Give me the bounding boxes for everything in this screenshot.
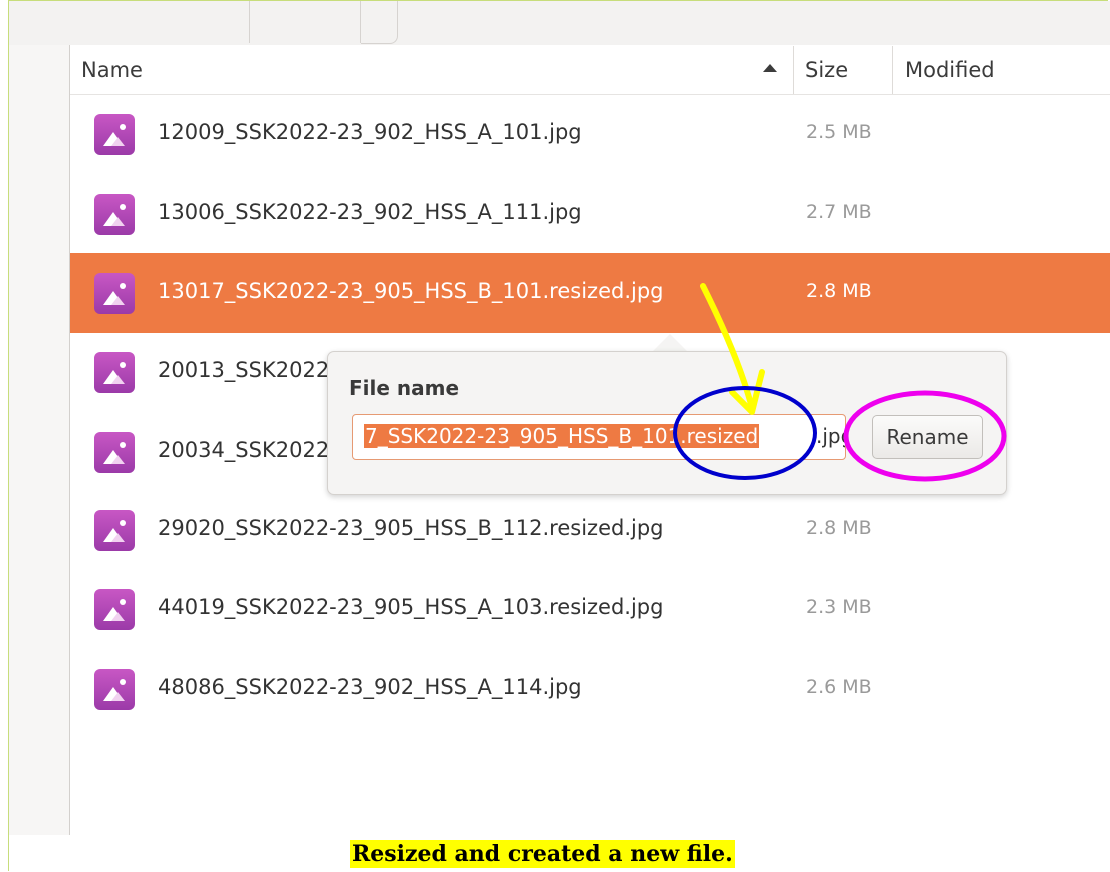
file-size: 2.3 MB — [806, 596, 872, 618]
rename-button[interactable]: Rename — [872, 415, 983, 459]
column-name-header[interactable]: Name — [81, 58, 143, 82]
file-row-selected[interactable]: 13017_SSK2022-23_905_HSS_B_101.resized.j… — [70, 253, 1110, 333]
file-size: 2.8 MB — [806, 280, 872, 302]
image-file-icon — [94, 510, 135, 551]
file-name: 48086_SSK2022-23_902_HSS_A_114.jpg — [158, 675, 582, 699]
file-name: 13006_SSK2022-23_902_HSS_A_111.jpg — [158, 200, 582, 224]
file-name: 13017_SSK2022-23_905_HSS_B_101.resized.j… — [158, 279, 664, 303]
tab-strip — [9, 1, 1110, 45]
sidebar — [9, 45, 70, 835]
file-row[interactable]: 13006_SSK2022-23_902_HSS_A_111.jpg 2.7 M… — [70, 174, 1110, 254]
column-divider[interactable] — [892, 46, 893, 94]
caption: Resized and created a new file. — [350, 840, 735, 868]
file-size: 2.8 MB — [806, 517, 872, 539]
image-file-icon — [94, 669, 135, 710]
image-file-icon — [94, 432, 135, 473]
selected-text: 7_SSK2022-23_905_HSS_B_101.resized — [364, 424, 760, 448]
column-header: Name Size Modified — [70, 46, 1110, 95]
popover-pointer — [652, 334, 688, 352]
file-row[interactable]: 48086_SSK2022-23_902_HSS_A_114.jpg 2.6 M… — [70, 649, 1110, 729]
file-name-input[interactable]: 7_SSK2022-23_905_HSS_B_101.resized .jpg — [352, 414, 846, 460]
file-size: 2.7 MB — [806, 201, 872, 223]
file-name: 20013_SSK2022 — [158, 358, 330, 382]
column-divider[interactable] — [793, 46, 794, 94]
image-file-icon — [94, 589, 135, 630]
file-size: 2.5 MB — [806, 121, 872, 143]
file-size: 2.6 MB — [806, 676, 872, 698]
rename-popover: File name 7_SSK2022-23_905_HSS_B_101.res… — [327, 351, 1007, 495]
file-name: 29020_SSK2022-23_905_HSS_B_112.resized.j… — [158, 516, 664, 540]
file-name: 44019_SSK2022-23_905_HSS_A_103.resized.j… — [158, 595, 664, 619]
tab-2[interactable] — [250, 1, 361, 43]
image-file-icon — [94, 352, 135, 393]
column-modified-header[interactable]: Modified — [905, 58, 995, 82]
tab-3[interactable] — [361, 1, 398, 44]
column-size-header[interactable]: Size — [805, 58, 848, 82]
file-row[interactable]: 29020_SSK2022-23_905_HSS_B_112.resized.j… — [70, 490, 1110, 570]
sort-ascending-icon[interactable] — [763, 64, 777, 72]
image-file-icon — [94, 114, 135, 155]
extension-text: .jpg — [816, 424, 845, 448]
file-name: 20034_SSK2022 — [158, 438, 330, 462]
file-row[interactable]: 44019_SSK2022-23_905_HSS_A_103.resized.j… — [70, 569, 1110, 649]
tab-1[interactable] — [9, 1, 250, 43]
file-name: 12009_SSK2022-23_902_HSS_A_101.jpg — [158, 120, 582, 144]
image-file-icon — [94, 273, 135, 314]
file-row[interactable]: 12009_SSK2022-23_902_HSS_A_101.jpg 2.5 M… — [70, 94, 1110, 174]
file-name-label: File name — [349, 376, 460, 400]
image-file-icon — [94, 194, 135, 235]
